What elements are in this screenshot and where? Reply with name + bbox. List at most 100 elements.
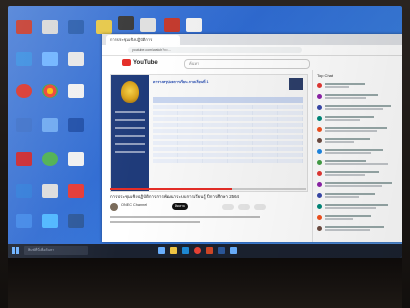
like-button[interactable] [222,204,234,210]
share-button[interactable] [238,204,250,210]
desktop-icon[interactable] [42,20,58,34]
chat-message [317,203,401,211]
chat-text-line [325,185,382,187]
desktop-icon[interactable] [42,84,58,98]
subscribe-button[interactable]: ติดตาม [172,203,188,210]
desktop-icon[interactable] [16,152,32,166]
chat-text-line [325,83,365,85]
desktop-icon[interactable] [16,118,32,132]
desktop-icon[interactable] [68,118,84,132]
sidebar-line [115,143,145,145]
desktop-icon[interactable] [42,184,58,198]
sheet-row [153,123,303,127]
youtube-search-input[interactable]: ค้นหา [184,59,310,69]
desktop-icon[interactable] [118,16,134,30]
address-bar: youtube.com/watch?v=... [102,45,402,56]
chat-avatar [317,160,322,165]
youtube-logo-icon[interactable] [122,59,131,66]
chat-avatar [317,105,322,110]
chat-text-line [325,86,349,88]
desktop-icon[interactable] [68,152,84,166]
channel-avatar[interactable] [110,203,118,211]
desktop-icon[interactable] [42,214,58,228]
video-progress-fill [110,188,232,190]
sidebar-line [115,151,145,153]
chat-text-line [325,149,383,151]
chat-avatar [317,171,322,176]
taskbar-search-input[interactable]: พิมพ์ที่นี่เพื่อค้นหา [24,246,88,255]
chat-message [317,137,401,145]
chat-text-line [325,108,383,110]
taskbar-app-icon[interactable] [158,247,165,254]
desktop-icon[interactable] [68,52,84,66]
live-chat-panel: Top Chat [312,70,402,242]
chat-text-line [325,207,376,209]
laptop-screen: การประชุมเชิงปฏิบัติการ youtube.com/watc… [8,6,402,258]
youtube-logo-text[interactable]: YouTube [133,59,158,67]
windows-start-icon[interactable] [12,247,19,254]
video-player[interactable]: ตารางสรุปผลการเรียน ภาคเรียนที่ 1 [110,74,308,192]
taskbar-app-icon[interactable] [170,247,177,254]
chat-message [317,148,401,156]
taskbar-app-icon[interactable] [230,247,237,254]
desktop-icon[interactable] [16,52,32,66]
desktop-icon[interactable] [42,152,58,166]
sheet-row [153,147,303,151]
school-crest-icon [121,81,139,103]
chat-avatar [317,94,322,99]
sidebar-line [115,111,145,113]
chat-text-line [325,163,388,165]
sheet-row [153,129,303,133]
chat-avatar [317,149,322,154]
taskbar: พิมพ์ที่นี่เพื่อค้นหา [8,244,402,258]
desktop-icon[interactable] [96,20,112,34]
desktop-icon[interactable] [68,184,84,198]
desktop-icon[interactable] [42,118,58,132]
url-field[interactable]: youtube.com/watch?v=... [128,47,302,53]
desktop-icon[interactable] [16,214,32,228]
taskbar-clock[interactable] [358,246,398,256]
desktop-icon[interactable] [16,20,32,34]
desktop-icon[interactable] [186,18,202,32]
desktop-icon[interactable] [68,20,84,34]
chat-text-line [325,138,370,140]
desktop-icon[interactable] [42,52,58,66]
laptop-keyboard-edge [8,258,402,308]
sheet-sidebar [111,75,149,191]
description-line [110,221,200,223]
chat-avatar [317,116,322,121]
desktop-icon[interactable] [164,18,180,32]
sidebar-line [115,127,145,129]
browser-tab[interactable]: การประชุมเชิงปฏิบัติการ [106,35,180,45]
browser-tab-bar: การประชุมเชิงปฏิบัติการ [102,34,402,45]
desktop-icon[interactable] [68,214,84,228]
chat-message [317,159,401,167]
channel-name[interactable]: ONEC Channel [121,203,147,208]
chat-text-line [325,116,374,118]
chat-message [317,192,401,200]
chat-text-line [325,94,378,96]
description-line [110,216,260,218]
sidebar-line [115,135,145,137]
sidebar-line [115,119,145,121]
chat-avatar [317,193,322,198]
video-progress-bar[interactable] [110,188,306,190]
taskbar-app-icon[interactable] [194,247,201,254]
sheet-row [153,117,303,121]
taskbar-app-icon[interactable] [218,247,225,254]
more-button[interactable] [254,204,266,210]
desktop-icon[interactable] [140,18,156,32]
chat-avatar [317,215,322,220]
desktop-icon[interactable] [16,84,32,98]
chat-text-line [325,215,371,217]
chat-header[interactable]: Top Chat [317,73,333,79]
chat-message [317,93,401,101]
desktop-icon[interactable] [16,184,32,198]
chat-avatar [317,204,322,209]
sheet-row [153,135,303,139]
chat-text-line [325,119,360,121]
taskbar-app-icon[interactable] [182,247,189,254]
desktop-icon[interactable] [68,84,84,98]
taskbar-app-icon[interactable] [206,247,213,254]
presenter-thumbnail [289,78,303,90]
